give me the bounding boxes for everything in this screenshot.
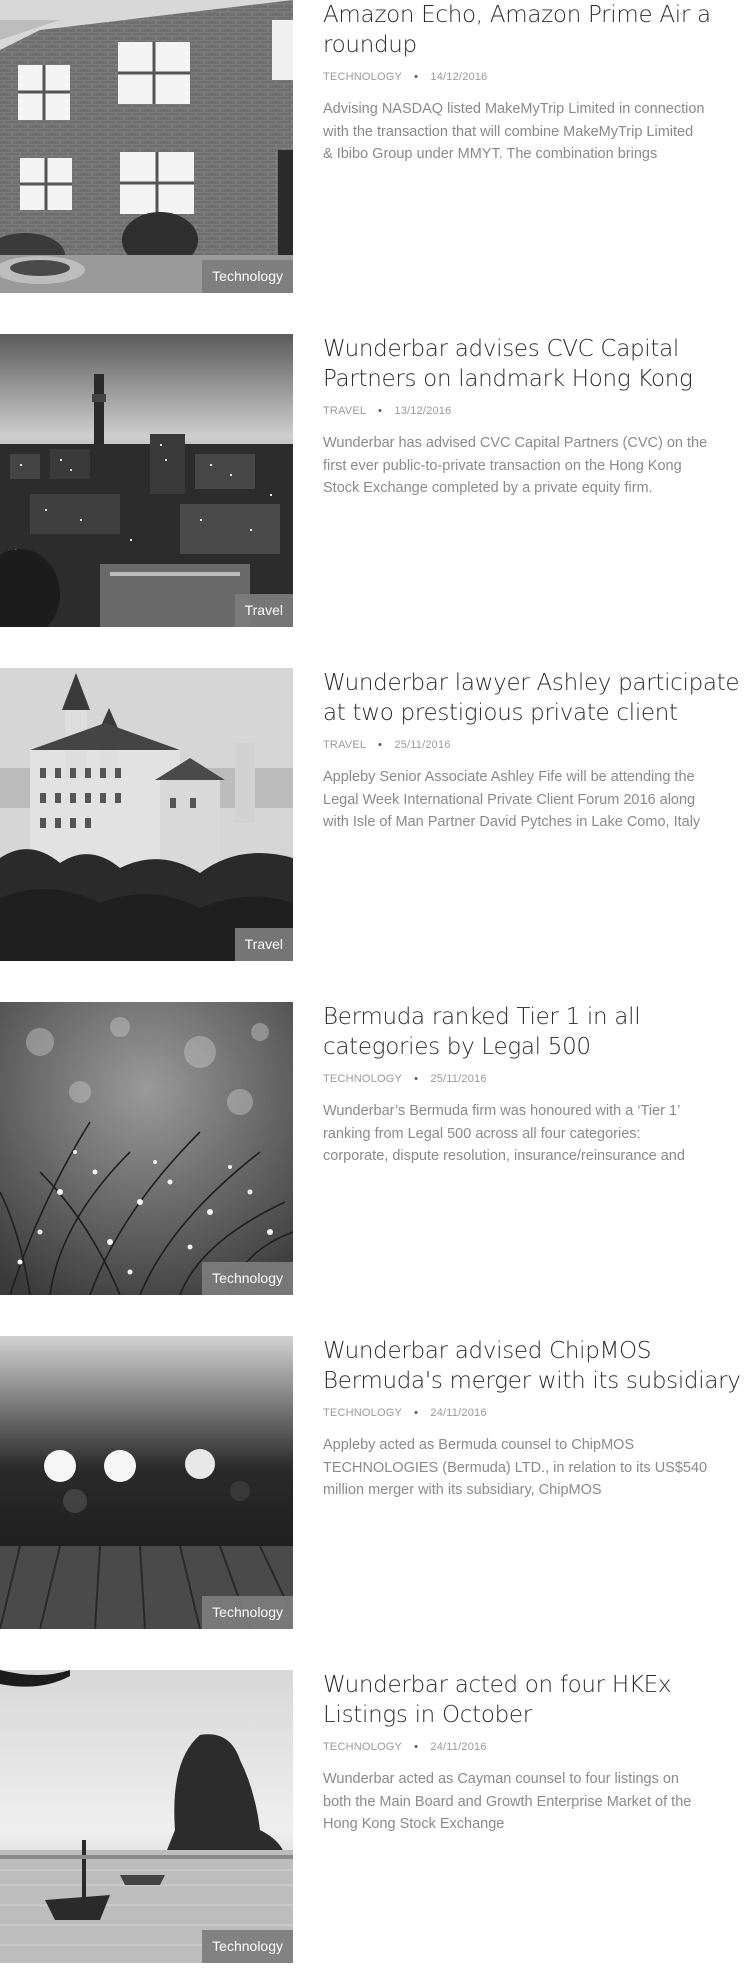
brick-building-image — [0, 0, 293, 293]
post-category-link[interactable]: TRAVEL — [323, 739, 366, 751]
post-thumbnail[interactable]: Technology — [0, 1336, 293, 1629]
post-meta: TECHNOLOGY • 24/11/2016 — [323, 1406, 745, 1420]
post-thumbnail[interactable]: Technology — [0, 1670, 293, 1963]
post-date: 24/11/2016 — [430, 1741, 487, 1753]
post-info: Wunderbar lawyer Ashley participate at t… — [323, 668, 745, 834]
excerpt-line: Appleby Senior Associate Ashley Fife wil… — [323, 769, 695, 785]
post-info: Amazon Echo, Amazon Prime Air a roundup … — [323, 0, 745, 166]
meta-separator-dot: • — [378, 739, 383, 751]
post-thumbnail[interactable]: Technology — [0, 1002, 293, 1295]
meta-separator-dot: • — [378, 405, 383, 417]
post-item: Technology Wunderbar acted on four HKEx … — [0, 1670, 745, 1963]
meta-separator-dot: • — [414, 1741, 419, 1753]
excerpt-line: first ever public-to-private transaction… — [323, 457, 682, 474]
post-title-line: Bermuda's merger with its subsidiary — [323, 1368, 741, 1394]
beach-boats-image — [0, 1670, 293, 1963]
excerpt-line: ranking from Legal 500 across all four c… — [323, 1125, 641, 1142]
post-thumbnail[interactable]: Technology — [0, 0, 293, 293]
post-thumbnail[interactable]: Travel — [0, 334, 293, 627]
category-badge[interactable]: Technology — [202, 1930, 293, 1963]
category-badge[interactable]: Technology — [202, 260, 293, 293]
excerpt-line: corporate, dispute resolution, insurance… — [323, 1148, 685, 1164]
excerpt-line: TECHNOLOGIES (Bermuda) LTD., in relation… — [323, 1459, 708, 1476]
meta-separator-dot: • — [414, 1407, 419, 1419]
excerpt-line: with Isle of Man Partner David Pytches i… — [323, 814, 701, 830]
post-item: Technology Wunderbar advised ChipMOS Ber… — [0, 1336, 745, 1629]
post-title[interactable]: Wunderbar lawyer Ashley participate at t… — [323, 668, 745, 728]
excerpt-line: Wunderbar acted as Cayman counsel to fou… — [323, 1771, 679, 1787]
post-excerpt: Wunderbar’s Bermuda firm was honoured wi… — [323, 1100, 745, 1168]
post-title-line: roundup — [323, 32, 417, 58]
post-title[interactable]: Wunderbar advised ChipMOS Bermuda's merg… — [323, 1336, 745, 1396]
post-thumbnail[interactable]: Travel — [0, 668, 293, 961]
post-info: Wunderbar acted on four HKEx Listings in… — [323, 1670, 745, 1836]
excerpt-line: Appleby acted as Bermuda counsel to Chip… — [323, 1437, 635, 1453]
post-date: 14/12/2016 — [430, 71, 488, 83]
post-item: Travel Wunderbar advises CVC Capital Par… — [0, 334, 745, 627]
post-title[interactable]: Amazon Echo, Amazon Prime Air a roundup — [323, 0, 745, 60]
post-title[interactable]: Wunderbar acted on four HKEx Listings in… — [323, 1670, 745, 1730]
post-date: 24/11/2016 — [430, 1407, 487, 1419]
post-title-line: Bermuda ranked Tier 1 in all — [323, 1004, 641, 1030]
excerpt-line: with the transaction that will combine M… — [323, 123, 694, 140]
excerpt-line: & Ibibo Group under MMYT. The combinatio… — [323, 146, 658, 162]
post-title-line: Partners on landmark Hong Kong — [323, 366, 693, 392]
post-title[interactable]: Wunderbar advises CVC Capital Partners o… — [323, 334, 745, 394]
post-date: 25/11/2016 — [394, 739, 451, 751]
post-category-link[interactable]: TECHNOLOGY — [323, 71, 402, 83]
city-skyline-image — [0, 334, 293, 627]
post-item: Technology Amazon Echo, Amazon Prime Air… — [0, 0, 745, 293]
post-title-line: Wunderbar acted on four HKEx — [323, 1672, 672, 1698]
meta-separator-dot: • — [414, 71, 419, 83]
excerpt-line: Stock Exchange completed by a private eq… — [323, 480, 653, 496]
excerpt-line: both the Main Board and Growth Enterpris… — [323, 1793, 692, 1810]
post-info: Wunderbar advised ChipMOS Bermuda's merg… — [323, 1336, 745, 1502]
excerpt-line: Advising NASDAQ listed MakeMyTrip Limite… — [323, 101, 705, 117]
post-category-link[interactable]: TECHNOLOGY — [323, 1741, 402, 1753]
post-excerpt: Wunderbar acted as Cayman counsel to fou… — [323, 1768, 745, 1836]
post-title-line: Wunderbar lawyer Ashley participate — [323, 670, 740, 696]
castle-image — [0, 668, 293, 961]
post-category-link[interactable]: TECHNOLOGY — [323, 1407, 402, 1419]
post-info: Wunderbar advises CVC Capital Partners o… — [323, 334, 745, 500]
meta-separator-dot: • — [414, 1073, 419, 1085]
post-excerpt: Appleby Senior Associate Ashley Fife wil… — [323, 766, 745, 834]
category-badge[interactable]: Technology — [202, 1596, 293, 1629]
post-excerpt: Appleby acted as Bermuda counsel to Chip… — [323, 1434, 745, 1502]
excerpt-line: Wunderbar’s Bermuda firm was honoured wi… — [323, 1103, 681, 1119]
bokeh-deck-image — [0, 1336, 293, 1629]
post-title-line: categories by Legal 500 — [323, 1034, 591, 1060]
post-meta: TECHNOLOGY • 24/11/2016 — [323, 1740, 745, 1754]
post-title-line: Amazon Echo, Amazon Prime Air a — [323, 2, 711, 28]
post-date: 25/11/2016 — [430, 1073, 487, 1085]
category-badge[interactable]: Travel — [234, 594, 293, 627]
post-date: 13/12/2016 — [394, 405, 452, 417]
post-list: Technology Amazon Echo, Amazon Prime Air… — [0, 0, 745, 1987]
post-item: Travel Wunderbar lawyer Ashley participa… — [0, 668, 745, 961]
post-meta: TRAVEL • 13/12/2016 — [323, 404, 745, 418]
post-title[interactable]: Bermuda ranked Tier 1 in all categories … — [323, 1002, 745, 1062]
post-title-line: Wunderbar advises CVC Capital — [323, 336, 679, 362]
post-category-link[interactable]: TRAVEL — [323, 405, 366, 417]
post-title-line: Listings in October — [323, 1702, 532, 1728]
category-badge[interactable]: Technology — [202, 1262, 293, 1295]
category-badge[interactable]: Travel — [234, 928, 293, 961]
post-meta: TECHNOLOGY • 14/12/2016 — [323, 70, 745, 84]
post-title-line: Wunderbar advised ChipMOS — [323, 1338, 652, 1364]
post-meta: TECHNOLOGY • 25/11/2016 — [323, 1072, 745, 1086]
excerpt-line: Hong Kong Stock Exchange — [323, 1816, 505, 1832]
post-title-line: at two prestigious private client — [323, 700, 678, 726]
post-item: Technology Bermuda ranked Tier 1 in all … — [0, 1002, 745, 1295]
post-info: Bermuda ranked Tier 1 in all categories … — [323, 1002, 745, 1168]
excerpt-line: Legal Week International Private Client … — [323, 791, 696, 808]
excerpt-line: million merger with its subsidiary, Chip… — [323, 1482, 602, 1498]
post-meta: TRAVEL • 25/11/2016 — [323, 738, 745, 752]
post-excerpt: Wunderbar has advised CVC Capital Partne… — [323, 432, 745, 500]
post-category-link[interactable]: TECHNOLOGY — [323, 1073, 402, 1085]
post-excerpt: Advising NASDAQ listed MakeMyTrip Limite… — [323, 98, 745, 166]
excerpt-line: Wunderbar has advised CVC Capital Partne… — [323, 435, 708, 451]
dewy-grass-image — [0, 1002, 293, 1295]
